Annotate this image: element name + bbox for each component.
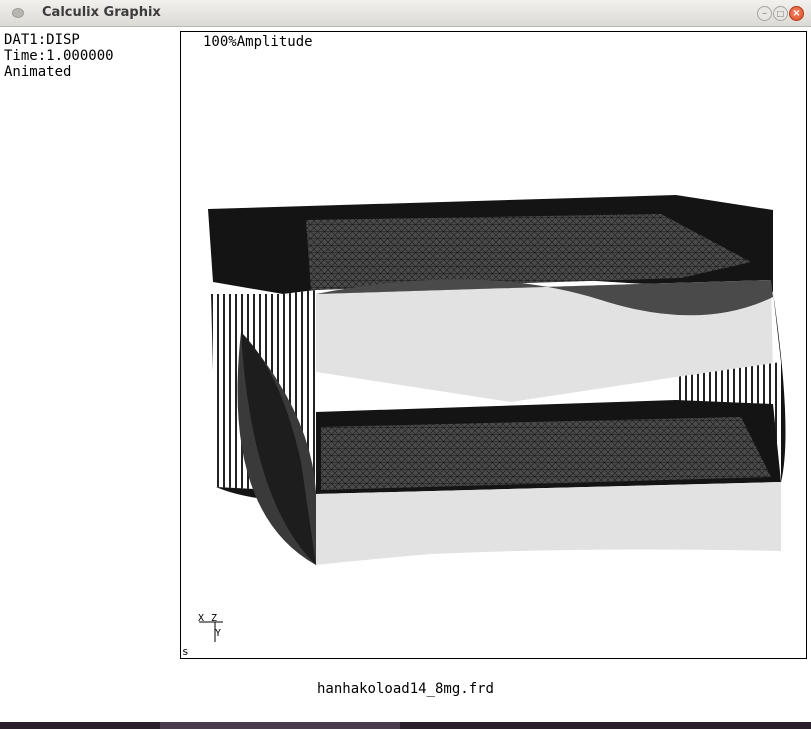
close-button[interactable]: × bbox=[789, 6, 804, 21]
minimize-button[interactable]: – bbox=[757, 6, 772, 21]
background-window-strip bbox=[0, 722, 811, 729]
corner-mark: s bbox=[182, 645, 189, 658]
window-menu-icon[interactable] bbox=[12, 8, 24, 18]
filename-label: hanhakoload14_8mg.frd bbox=[316, 681, 494, 697]
axis-y-label: Y bbox=[215, 628, 221, 639]
animation-mode-label: Animated bbox=[4, 64, 72, 80]
axis-x-label: X bbox=[198, 614, 204, 624]
fem-mesh-model bbox=[208, 195, 786, 565]
axis-z-label: Z bbox=[211, 614, 217, 624]
window-title: Calculix Graphix bbox=[42, 5, 161, 20]
time-label: Time:1.000000 bbox=[4, 48, 114, 64]
window-titlebar[interactable]: Calculix Graphix – □ × bbox=[0, 0, 811, 27]
dataset-label: DAT1:DISP bbox=[4, 32, 80, 48]
maximize-button[interactable]: □ bbox=[773, 6, 788, 21]
graphics-viewport[interactable]: 100%Amplitude X Z Y s bbox=[180, 31, 807, 659]
dataset-info-panel: DAT1:DISP Time:1.000000 Animated bbox=[4, 32, 114, 80]
axis-triad-icon: X Z Y bbox=[198, 614, 223, 642]
lower-light-beam bbox=[316, 482, 781, 565]
